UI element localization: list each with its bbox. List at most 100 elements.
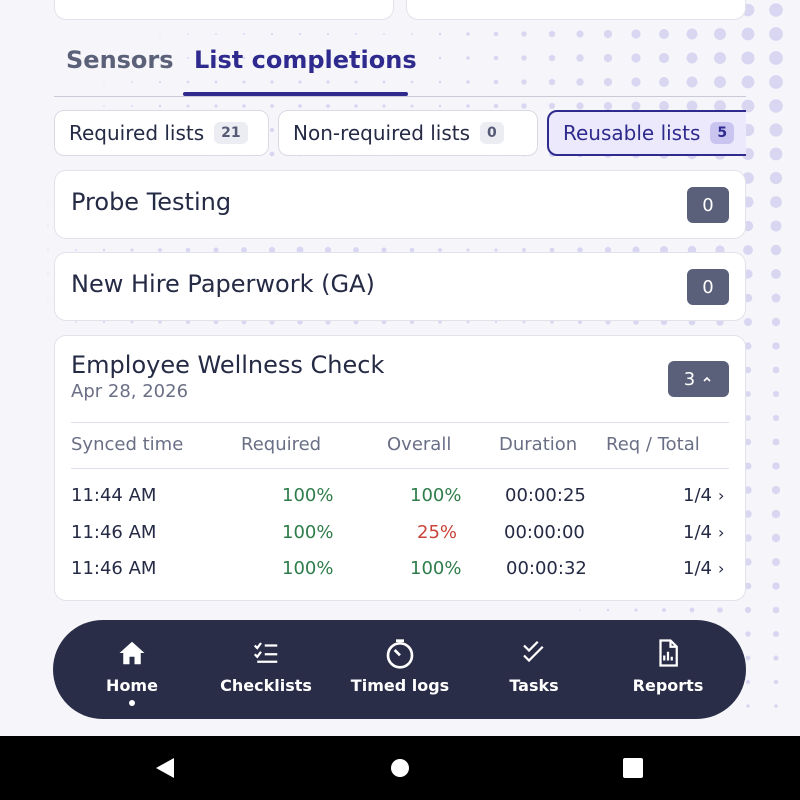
synced-time: 11:46 AM — [71, 558, 157, 579]
chevron-right-icon: › — [717, 559, 725, 578]
nav-home[interactable]: Home — [65, 620, 199, 719]
tab-sensors[interactable]: Sensors — [66, 46, 174, 74]
column-synced-time: Synced time — [71, 434, 184, 455]
decorative-dot — [603, 29, 613, 39]
decorative-dot — [493, 31, 499, 37]
decorative-dot — [686, 28, 698, 40]
report-icon — [659, 639, 678, 667]
nav-timed-logs[interactable]: Timed logs — [333, 620, 467, 719]
decorative-dot — [466, 104, 470, 108]
decorative-dot — [662, 608, 666, 612]
nav-tasks[interactable]: Tasks — [467, 620, 601, 719]
decorative-dot — [771, 485, 781, 495]
decorative-dot — [771, 293, 781, 303]
duration: 00:00:32 — [506, 558, 587, 579]
decorative-dot — [772, 414, 780, 422]
decorative-dot — [769, 123, 783, 137]
back-icon[interactable] — [154, 756, 176, 780]
decorative-dot — [689, 607, 695, 613]
decorative-dot — [47, 249, 49, 251]
decorative-dot — [242, 104, 246, 108]
req-total: 1/4 › — [683, 558, 724, 579]
completion-row[interactable]: 11:46 AM 100% 25% 00:00:00 1/4 › — [71, 522, 729, 552]
nav-reports[interactable]: Reports — [601, 620, 735, 719]
decorative-dot — [354, 104, 358, 108]
decorative-dot — [772, 366, 780, 374]
decorative-dot — [494, 320, 498, 324]
required-percent: 100% — [282, 485, 334, 506]
req-total-value: 1/4 — [683, 558, 712, 579]
completions-table-header: Synced time Required Overall Duration Re… — [71, 422, 729, 469]
decorative-dot — [772, 606, 780, 614]
nav-label: Reports — [632, 676, 704, 695]
decorative-dot — [745, 655, 751, 661]
home-circle-icon[interactable] — [389, 756, 411, 780]
decorative-dot — [772, 582, 780, 590]
decorative-dot — [270, 104, 274, 108]
home-icon — [119, 641, 145, 665]
completion-count: 3 — [683, 368, 696, 390]
decorative-dot — [493, 103, 499, 109]
list-filter-chips: Required lists 21 Non-required lists 0 R… — [54, 110, 746, 158]
list-title: Probe Testing — [71, 188, 232, 216]
completion-count-badge[interactable]: 0 — [687, 187, 729, 223]
list-title: Employee Wellness Check — [71, 351, 385, 379]
filter-non-required-lists[interactable]: Non-required lists 0 — [278, 110, 538, 156]
expand-toggle-badge[interactable]: 3 — [668, 361, 729, 397]
list-card-probe-testing[interactable]: Probe Testing 0 — [54, 170, 746, 239]
decorative-dot — [158, 104, 162, 108]
decorative-dot — [744, 318, 752, 326]
decorative-dot — [438, 32, 442, 36]
filter-required-lists[interactable]: Required lists 21 — [54, 110, 269, 156]
decorative-dot — [714, 28, 726, 40]
overall-percent: 25% — [417, 522, 458, 543]
nav-checklists[interactable]: Checklists — [199, 620, 333, 719]
decorative-dot — [773, 679, 779, 685]
tab-bar: Sensors List completions — [54, 40, 746, 97]
filter-count: 0 — [480, 122, 504, 144]
double-check-icon — [523, 640, 544, 663]
active-nav-indicator — [129, 700, 135, 706]
decorative-dot — [772, 390, 780, 398]
nav-label: Checklists — [220, 676, 312, 695]
decorative-dot — [186, 104, 190, 108]
decorative-dot — [521, 31, 527, 37]
decorative-dot — [548, 30, 556, 38]
decorative-dot — [769, 147, 783, 161]
decorative-dot — [773, 631, 779, 637]
decorative-dot — [771, 269, 781, 279]
column-overall: Overall — [387, 434, 452, 455]
completion-count-badge[interactable]: 0 — [687, 269, 729, 305]
req-total: 1/4 › — [683, 522, 724, 543]
recents-square-icon[interactable] — [622, 756, 644, 780]
list-card-new-hire-paperwork[interactable]: New Hire Paperwork (GA) 0 — [54, 252, 746, 321]
completion-row[interactable]: 11:44 AM 100% 100% 00:00:25 1/4 › — [71, 485, 729, 515]
decorative-dot — [772, 342, 780, 350]
decorative-dot — [270, 32, 274, 36]
active-tab-indicator — [183, 92, 408, 96]
decorative-dot — [75, 249, 77, 251]
completion-row[interactable]: 11:46 AM 100% 100% 00:00:32 1/4 › — [71, 558, 729, 588]
decorative-dot — [355, 33, 357, 35]
decorative-dot — [131, 105, 133, 107]
tab-list-completions[interactable]: List completions — [194, 46, 417, 74]
req-total: 1/4 › — [683, 485, 724, 506]
decorative-dot — [771, 509, 781, 519]
filter-reusable-lists[interactable]: Reusable lists 5 — [547, 110, 746, 156]
decorative-dot — [410, 104, 414, 108]
checklist-icon — [253, 642, 278, 663]
decorative-dot — [521, 103, 527, 109]
list-title: New Hire Paperwork (GA) — [71, 270, 375, 298]
nav-label: Tasks — [509, 676, 559, 695]
nav-label: Home — [106, 676, 158, 695]
req-total-value: 1/4 — [683, 485, 712, 506]
decorative-dot — [770, 220, 782, 232]
column-duration: Duration — [499, 434, 578, 455]
decorative-dot — [772, 462, 780, 470]
decorative-dot — [744, 606, 752, 614]
decorative-dot — [576, 30, 584, 38]
decorative-dot — [466, 32, 470, 36]
decorative-dot — [770, 244, 782, 256]
duration: 00:00:00 — [504, 522, 585, 543]
decorative-dot — [769, 171, 783, 185]
